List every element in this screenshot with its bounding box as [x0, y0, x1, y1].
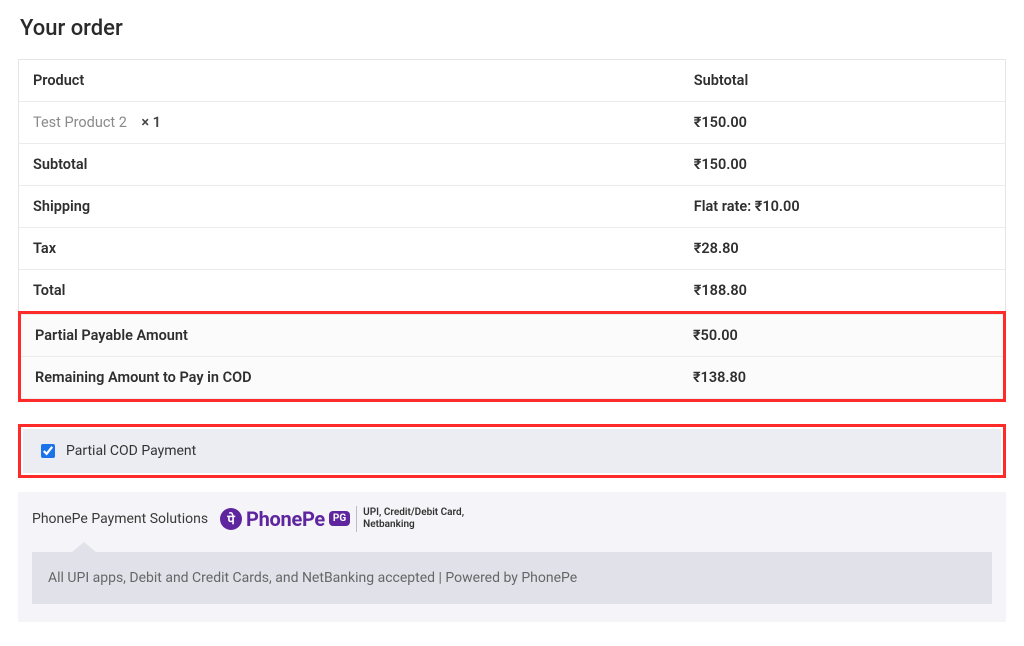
remaining-cod-value: ₹138.80 [679, 357, 1003, 399]
product-qty: 1 [153, 114, 161, 131]
phonepe-tagline: UPI, Credit/Debit Card, Netbanking [363, 507, 464, 531]
remaining-cod-label: Remaining Amount to Pay in COD [21, 357, 679, 399]
line-item-total: ₹150.00 [680, 102, 1006, 144]
table-row: Total ₹188.80 [19, 270, 1006, 312]
table-row: Subtotal ₹150.00 [19, 144, 1006, 186]
table-header-row: Product Subtotal [19, 60, 1006, 102]
order-review-table: Product Subtotal Test Product 2 × 1 ₹150… [18, 59, 1006, 312]
product-qty-prefix: × [141, 114, 152, 131]
highlight-partial-rows: Partial Payable Amount ₹50.00 Remaining … [18, 311, 1006, 402]
line-item-name-cell: Test Product 2 × 1 [19, 102, 680, 144]
page-title: Your order [20, 16, 1006, 41]
partial-cod-checkbox[interactable] [41, 444, 55, 458]
phonepe-panel-text: All UPI apps, Debit and Credit Cards, an… [48, 570, 577, 586]
partial-payable-label: Partial Payable Amount [21, 315, 679, 357]
table-row: Tax ₹28.80 [19, 228, 1006, 270]
shipping-label: Shipping [19, 186, 680, 228]
divider [356, 506, 357, 532]
header-product: Product [19, 60, 680, 102]
table-row: Test Product 2 × 1 ₹150.00 [19, 102, 1006, 144]
total-value: ₹188.80 [680, 270, 1006, 312]
tax-value: ₹28.80 [680, 228, 1006, 270]
payment-methods-section: Partial COD Payment PhonePe Payment Solu… [18, 424, 1006, 622]
table-row: Partial Payable Amount ₹50.00 [21, 315, 1003, 357]
subtotal-value: ₹150.00 [680, 144, 1006, 186]
partial-cod-label: Partial COD Payment [66, 443, 196, 459]
total-label: Total [19, 270, 680, 312]
phonepe-payment-block: PhonePe Payment Solutions पे PhonePe PG … [18, 492, 1006, 622]
phonepe-brand-text: PhonePe [246, 507, 325, 531]
table-row: Shipping Flat rate: ₹10.00 [19, 186, 1006, 228]
phonepe-info-panel: All UPI apps, Debit and Credit Cards, an… [32, 552, 992, 604]
product-name: Test Product 2 [33, 114, 127, 131]
phonepe-logo: पे PhonePe PG UPI, Credit/Debit Card, Ne… [220, 506, 464, 532]
subtotal-label: Subtotal [19, 144, 680, 186]
phonepe-pg-badge: PG [329, 511, 350, 526]
shipping-value: Flat rate: ₹10.00 [680, 186, 1006, 228]
phonepe-title: PhonePe Payment Solutions [32, 511, 208, 527]
table-row: Remaining Amount to Pay in COD ₹138.80 [21, 357, 1003, 399]
phonepe-glyph-icon: पे [220, 508, 242, 530]
tax-label: Tax [19, 228, 680, 270]
partial-amount-table: Partial Payable Amount ₹50.00 Remaining … [21, 314, 1003, 399]
header-subtotal: Subtotal [680, 60, 1006, 102]
partial-cod-option[interactable]: Partial COD Payment [23, 429, 1001, 473]
phonepe-header: PhonePe Payment Solutions पे PhonePe PG … [32, 506, 992, 532]
highlight-partial-cod-option: Partial COD Payment [18, 424, 1006, 478]
partial-payable-value: ₹50.00 [679, 315, 1003, 357]
